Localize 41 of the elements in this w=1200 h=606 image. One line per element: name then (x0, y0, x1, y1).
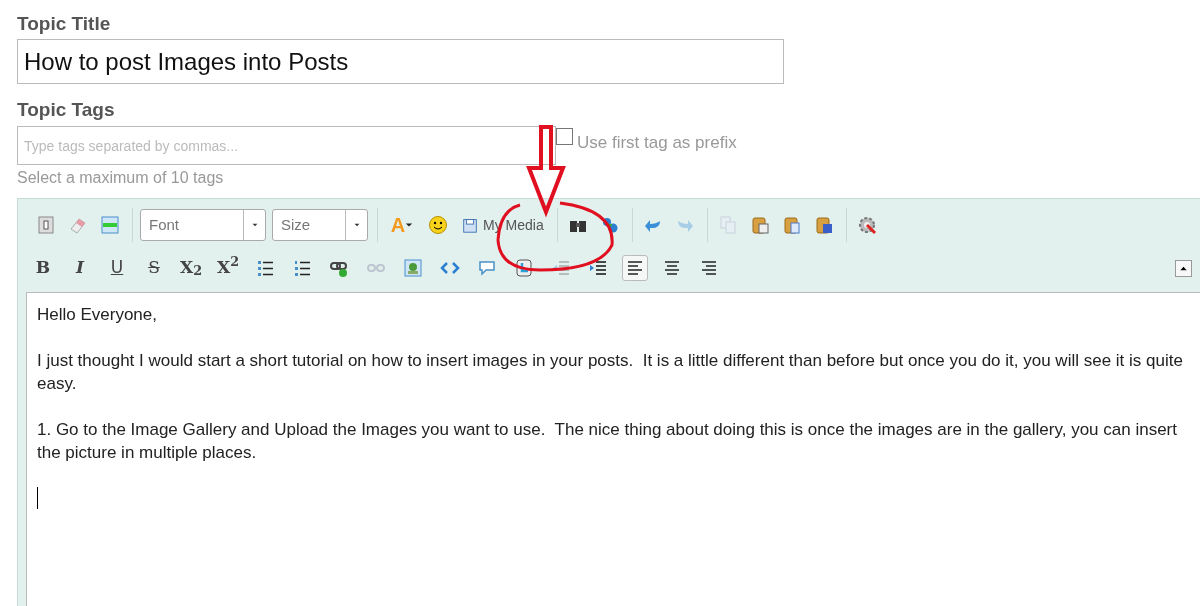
table-icon (100, 215, 120, 235)
bold-button[interactable]: B (30, 255, 56, 281)
field-label: Topic Tags (17, 98, 116, 122)
strike-button[interactable]: S (141, 255, 167, 281)
paragraph: 1. Go to the Image Gallery and Upload the Images you want to use. The nice thing about doing this is once the images are in the gallery, you can insert the picture in multiple places. (37, 419, 1178, 464)
checkbox-label: Use first tag as prefix (577, 132, 737, 154)
collapse-button[interactable] (1175, 259, 1192, 277)
smiley-icon (428, 215, 448, 235)
title-input[interactable]: How to post Images into Posts (17, 39, 784, 84)
outdent-icon (551, 258, 571, 278)
image-icon (403, 258, 423, 278)
copy-icon (717, 215, 738, 235)
paste-icon (749, 215, 770, 235)
sup-button[interactable]: X$^{2}$ (215, 255, 241, 281)
text-cursor (37, 487, 38, 509)
font-select[interactable]: Size (272, 209, 368, 241)
bullet-list-icon (255, 258, 275, 278)
paste-text-icon (781, 215, 802, 235)
caret-icon (405, 221, 414, 229)
paragraph: I just thought I would start a short tutorial on how to insert images in your posts. It is a little different than before but once you do it, you will see it is quite easy. (37, 350, 1184, 395)
align-left-button[interactable] (622, 255, 648, 281)
align-right-icon (699, 258, 719, 278)
paragraph: Hello Everyone, (37, 304, 158, 326)
paste-word-icon (813, 215, 834, 235)
underline-button[interactable]: U (104, 255, 130, 281)
sub-button[interactable]: X$_{2}$ (178, 255, 204, 281)
align-center-icon (662, 258, 682, 278)
tags-input[interactable]: Type tags separated by commas... (17, 126, 556, 165)
indent-icon (588, 258, 608, 278)
font-select[interactable]: Font (140, 209, 266, 241)
field-label: Topic Title (17, 12, 112, 36)
numbered-list-icon (292, 258, 312, 278)
caret-icon (250, 221, 259, 229)
hint-text: Select a maximum of 10 tags (17, 168, 225, 188)
checkbox[interactable] (556, 128, 573, 145)
speech-bubble-icon (477, 258, 497, 278)
align-left-icon (625, 258, 645, 278)
editor-content[interactable] (26, 292, 1200, 606)
gear-icon (856, 215, 877, 235)
caret-icon (352, 221, 361, 229)
italic-button[interactable]: I (67, 255, 93, 281)
